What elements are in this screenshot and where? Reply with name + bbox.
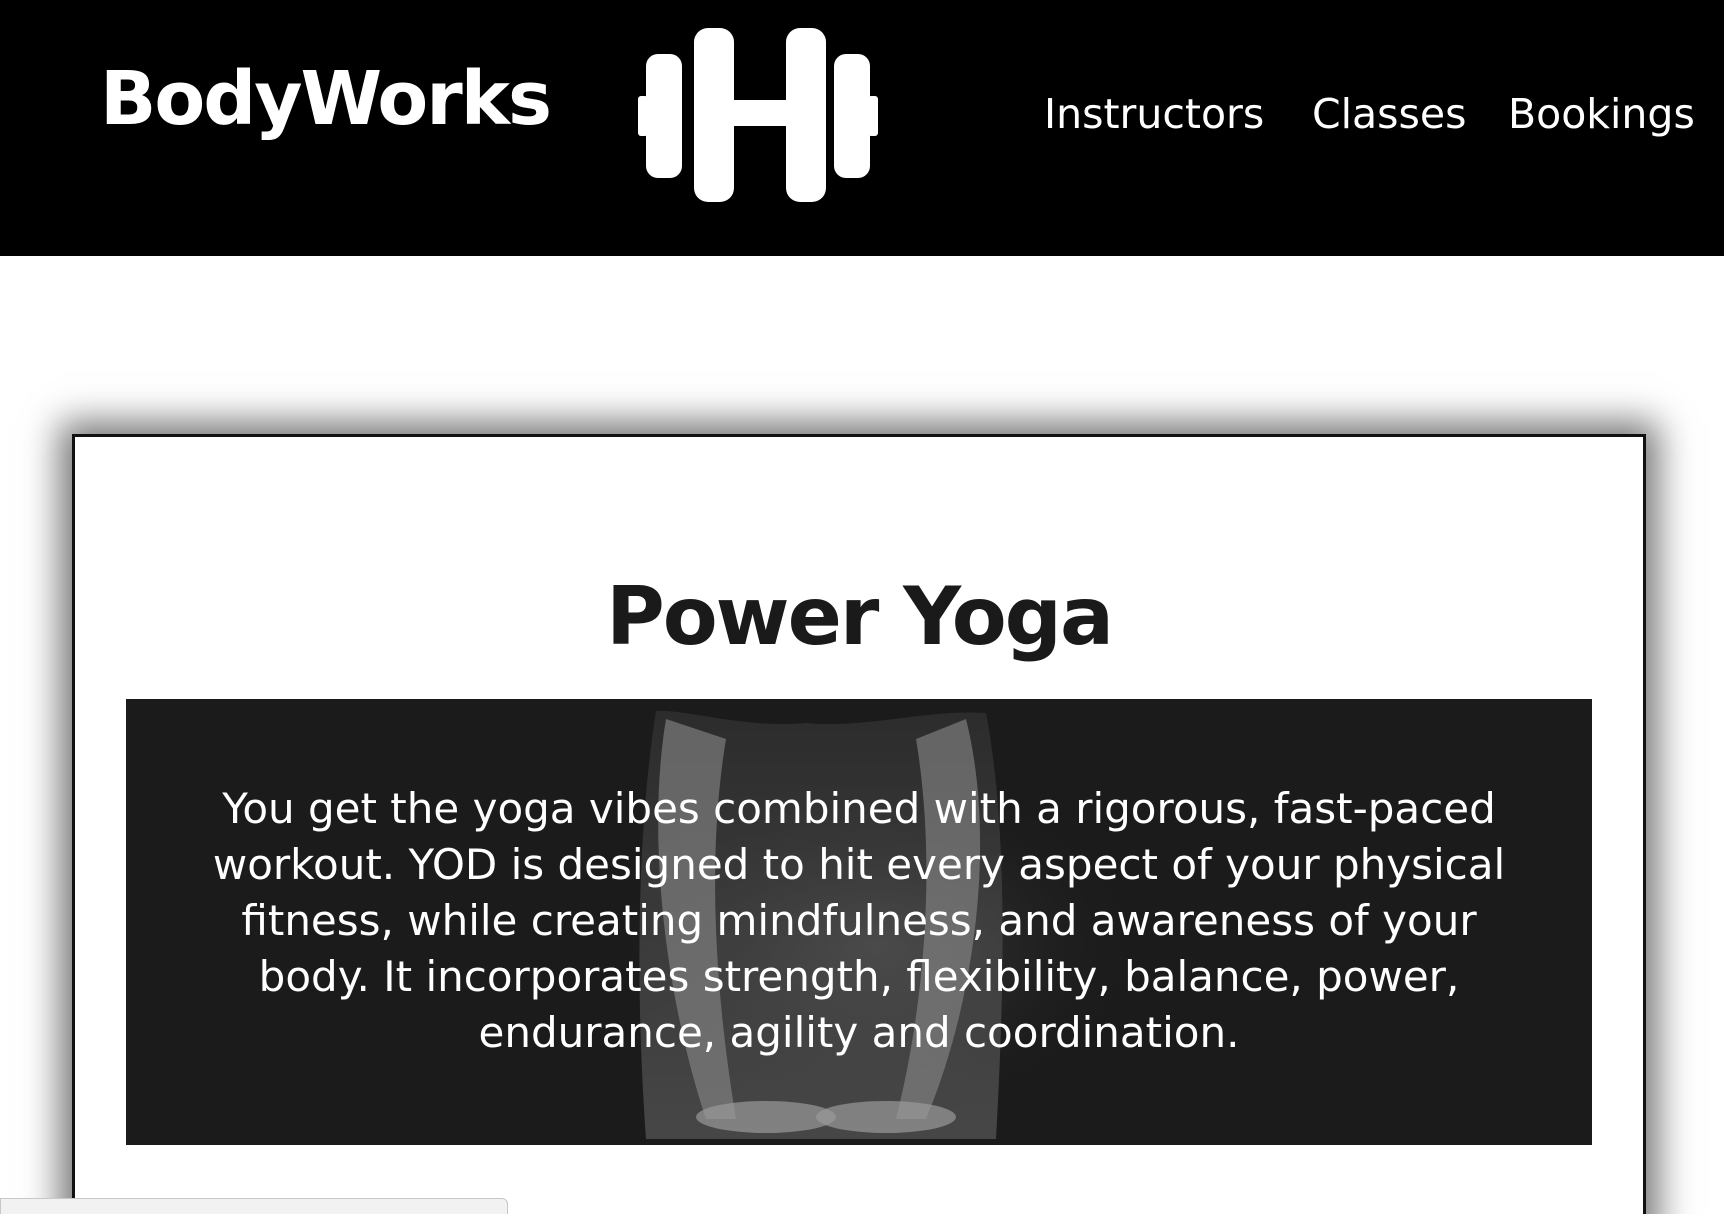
class-title: Power Yoga — [606, 570, 1114, 663]
class-description: You get the yoga vibes combined with a r… — [212, 784, 1506, 1057]
link-status-bar — [0, 1198, 508, 1214]
class-hero-banner: You get the yoga vibes combined with a r… — [126, 699, 1592, 1145]
nav-link-instructors[interactable]: Instructors — [1044, 94, 1264, 135]
class-card: Power Yoga You get the yoga vibes combin… — [72, 434, 1646, 1214]
nav-link-bookings[interactable]: Bookings — [1508, 94, 1695, 135]
brand-logo-text[interactable]: BodyWorks — [100, 62, 552, 136]
nav-link-classes[interactable]: Classes — [1312, 94, 1466, 135]
dumbbell-icon[interactable] — [638, 24, 878, 204]
site-header: BodyWorks Instructors Classes Bookings — [0, 0, 1724, 256]
